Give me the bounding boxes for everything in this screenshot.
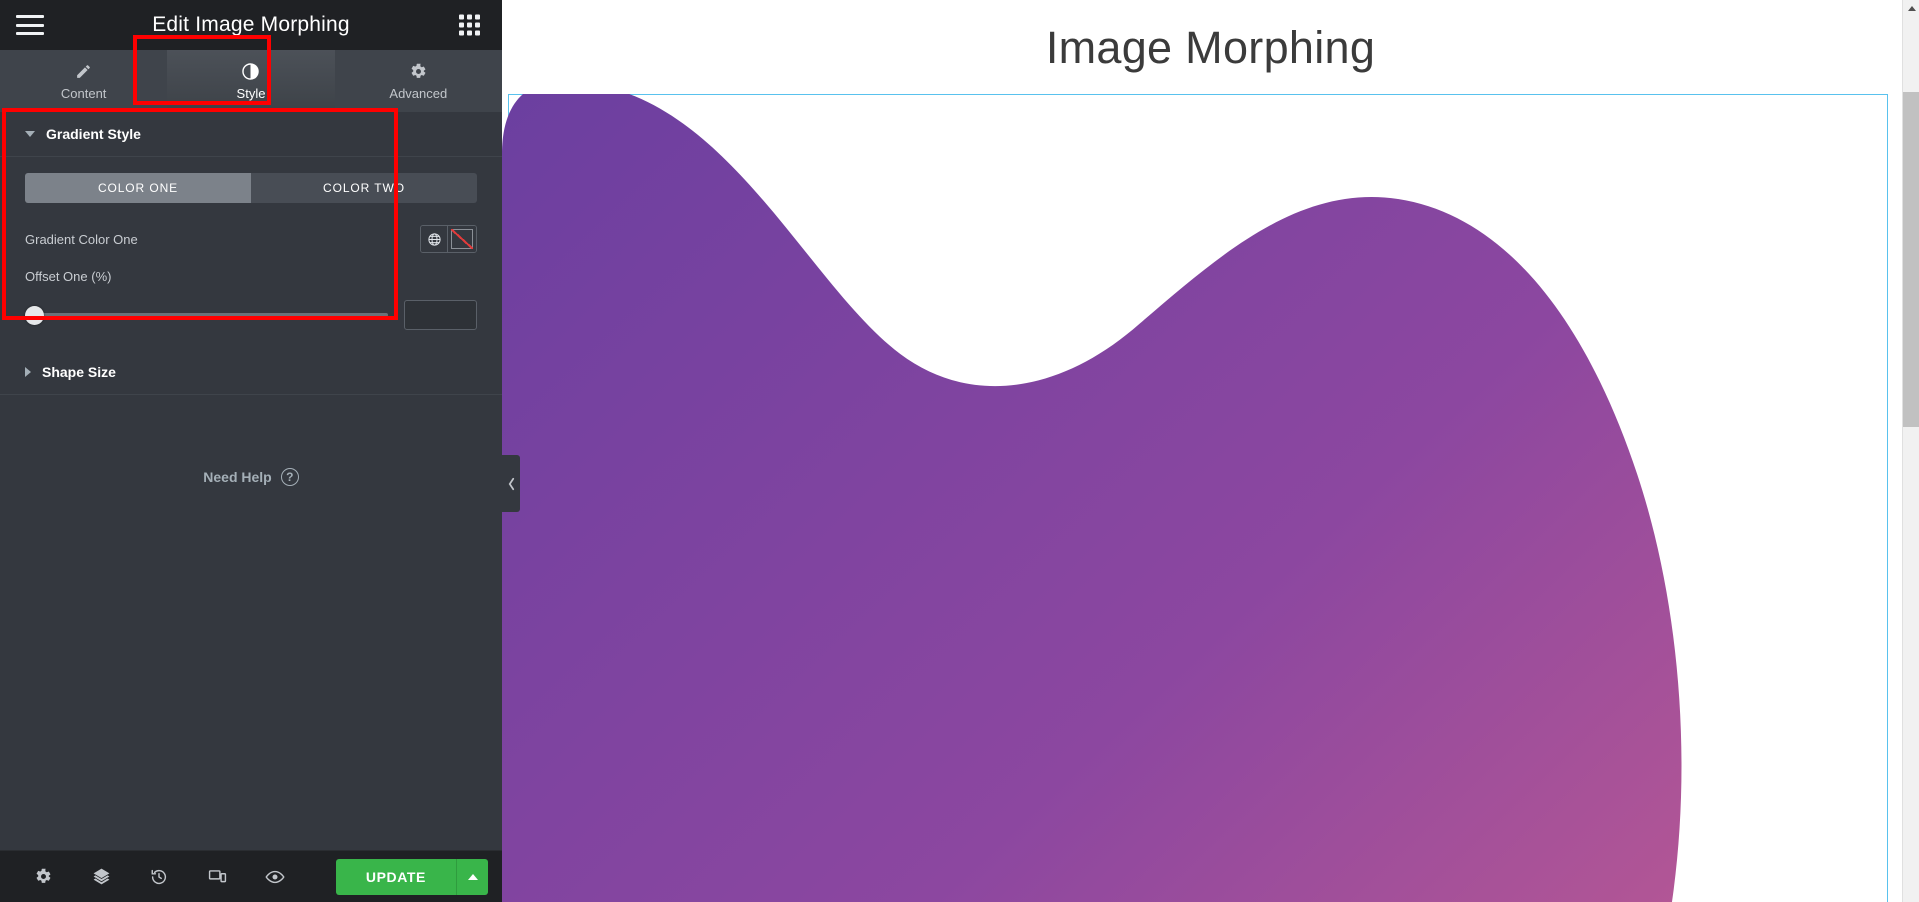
tab-advanced-label: Advanced <box>389 85 448 101</box>
page-title: Edit Image Morphing <box>152 13 350 36</box>
panel-tabs: Content Style Advanced <box>0 50 502 112</box>
offset-one-slider[interactable] <box>25 305 388 325</box>
scrollbar-thumb[interactable] <box>1903 92 1919 427</box>
elementor-editor: Edit Image Morphing Content Style Advanc… <box>0 0 1919 902</box>
update-button-group: UPDATE <box>335 858 488 895</box>
editor-panel: Edit Image Morphing Content Style Advanc… <box>0 0 502 902</box>
editor-canvas: Image Morphing <box>502 0 1919 902</box>
settings-gear-icon[interactable] <box>14 851 72 902</box>
color-picker-control <box>420 225 477 253</box>
scrollbar-up-arrow-icon[interactable] <box>1903 0 1919 17</box>
preview-eye-icon[interactable] <box>246 851 304 902</box>
slider-thumb[interactable] <box>25 305 44 325</box>
panel-collapse-handle[interactable] <box>502 455 520 512</box>
tab-content-label: Content <box>60 85 107 101</box>
section-title-shape-size: Shape Size <box>42 364 116 380</box>
gradient-color-one-row: Gradient Color One <box>25 225 477 253</box>
offset-one-input[interactable] <box>404 300 477 330</box>
history-revisions-icon[interactable] <box>130 851 188 902</box>
browser-scrollbar[interactable] <box>1902 0 1919 902</box>
section-body-gradient-style: COLOR ONE COLOR TWO Gradient Color One O… <box>0 157 502 350</box>
panel-sections: Gradient Style COLOR ONE COLOR TWO Gradi… <box>0 112 502 850</box>
color-choice-toggle: COLOR ONE COLOR TWO <box>25 173 477 203</box>
navigator-layers-icon[interactable] <box>72 851 130 902</box>
section-title-gradient-style: Gradient Style <box>46 126 141 142</box>
offset-one-row <box>25 300 477 330</box>
responsive-mode-icon[interactable] <box>188 851 246 902</box>
gradient-color-one-label: Gradient Color One <box>25 231 138 247</box>
need-help-link[interactable]: Need Help ? <box>0 468 502 486</box>
hamburger-icon[interactable] <box>16 15 44 35</box>
update-button[interactable]: UPDATE <box>335 858 456 895</box>
gear-icon <box>410 62 427 81</box>
choice-color-two[interactable]: COLOR TWO <box>251 173 477 203</box>
offset-one-label: Offset One (%) <box>25 269 112 284</box>
choice-color-one[interactable]: COLOR ONE <box>25 173 251 203</box>
tab-content[interactable]: Content <box>0 50 167 112</box>
section-header-gradient-style[interactable]: Gradient Style <box>0 112 502 157</box>
morphing-blob-container[interactable] <box>502 94 1896 902</box>
morphing-blob <box>502 94 1682 902</box>
chevron-down-icon <box>25 131 35 137</box>
section-header-shape-size[interactable]: Shape Size <box>0 350 502 395</box>
no-color-swatch-icon[interactable] <box>448 226 476 252</box>
chevron-right-icon <box>25 367 31 377</box>
slider-track <box>25 313 388 317</box>
need-help-label: Need Help <box>203 469 272 485</box>
tab-advanced[interactable]: Advanced <box>335 50 502 112</box>
pencil-icon <box>75 62 92 81</box>
apps-grid-icon[interactable] <box>459 14 480 36</box>
question-circle-icon: ? <box>280 468 299 486</box>
update-options-caret-icon[interactable] <box>456 858 488 895</box>
tab-style-label: Style <box>236 85 266 101</box>
tab-style[interactable]: Style <box>167 50 335 112</box>
canvas-heading: Image Morphing <box>1045 22 1376 73</box>
contrast-icon <box>241 62 260 81</box>
panel-footer: UPDATE <box>0 850 502 902</box>
panel-header: Edit Image Morphing <box>0 0 502 50</box>
globe-icon[interactable] <box>421 226 448 252</box>
